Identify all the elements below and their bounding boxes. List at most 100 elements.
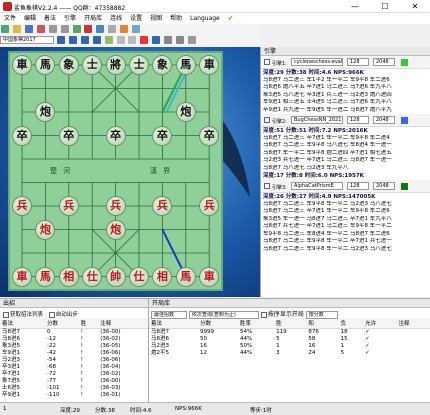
prev-move-icon[interactable]	[68, 36, 77, 44]
openbook-col[interactable]: 允许	[363, 318, 397, 329]
output-row[interactable]: 车9进1 -42! (36-06)	[0, 350, 148, 357]
openbook-col[interactable]: 注释	[396, 318, 430, 329]
piece-red[interactable]: 帥	[105, 266, 126, 287]
engine-color-swatch[interactable]	[401, 117, 408, 125]
tool-icon[interactable]	[116, 36, 125, 44]
menu-engine[interactable]: 引擎	[60, 13, 80, 24]
piece-black[interactable]: 卒	[199, 125, 220, 146]
hand-icon[interactable]	[164, 36, 173, 44]
board-icon[interactable]	[108, 25, 117, 33]
stop-icon[interactable]	[84, 25, 93, 33]
piece-black[interactable]: 卒	[12, 125, 32, 146]
piece-red[interactable]: 兵	[58, 196, 79, 216]
engine-color-swatch[interactable]	[401, 183, 408, 191]
menu-moves[interactable]: 着法	[40, 13, 60, 24]
piece-black[interactable]: 象	[58, 55, 79, 75]
save-icon[interactable]	[24, 25, 33, 33]
piece-red[interactable]: 仕	[82, 266, 103, 287]
openbook-row[interactable]: 炮2平5 12 44% 3 24 5 ✓	[149, 350, 430, 357]
menu-edit[interactable]: 编辑	[20, 13, 40, 24]
maximize-button[interactable]: ☐	[370, 0, 400, 13]
output-row[interactable]: 马8进6 -12! (36-02)	[0, 336, 148, 343]
piece-red[interactable]: 車	[199, 266, 220, 287]
openbook-col[interactable]: 和	[306, 318, 339, 329]
play-icon[interactable]	[104, 36, 113, 44]
col-win[interactable]: 胜	[78, 318, 99, 329]
piece-black[interactable]: 卒	[105, 125, 126, 146]
red-flag-icon[interactable]	[140, 36, 149, 44]
piece-red[interactable]: 馬	[35, 266, 56, 287]
piece-black[interactable]: 將	[105, 55, 126, 75]
engine-pv-line[interactable]: 马8进7 马二进三 车9平8 车一平二 马2进3 马八进七	[261, 201, 430, 208]
output-row[interactable]: 卒7进1 -72! (36-02)	[0, 371, 148, 378]
sort-by-select[interactable]: 按分数	[305, 310, 338, 319]
engine-pv-line[interactable]: 马8进7 兵七进一 卒7进1 马二进三 车9平8 车一平二	[261, 223, 430, 230]
engine-pv-line[interactable]: 马8进7 马二进三 卒7进1 车一平二 车9平8 车二进6	[261, 208, 430, 215]
output-row[interactable]: 象3进5 -22! (36-05)	[0, 343, 148, 350]
openbook-col[interactable]: 胜率	[238, 318, 275, 329]
openbook-col[interactable]: 分数	[197, 318, 238, 329]
menu-language[interactable]: Language	[186, 13, 224, 24]
hash-select[interactable]: 128	[347, 182, 369, 191]
link-icon[interactable]	[132, 25, 141, 33]
best-move-select[interactable]: 最佳招数	[151, 310, 187, 319]
col-score[interactable]: 分数	[45, 318, 79, 329]
engine-pv-line[interactable]: 马8进7 马二进三 车1平2 车一平二 车9平8 车二进6	[261, 77, 430, 84]
piece-red[interactable]: 馬	[175, 266, 196, 287]
engine-pv-line[interactable]: 马8进7 马二进三 车9平8 车一平二 马2进3 马八进七	[261, 246, 430, 253]
new-icon[interactable]	[1, 25, 9, 33]
openbook-row[interactable]: 马8进7 9999 54% 119 876 18 ✓	[149, 329, 430, 337]
engine-pv-line[interactable]: 马8进7 马二进三 车9平8 车一平二 卒7进1 兵七进一	[261, 238, 430, 245]
board-style-select[interactable]: 中国象棋2017	[0, 36, 54, 44]
piece-red[interactable]: 相	[58, 266, 79, 287]
piece-black[interactable]: 卒	[152, 125, 173, 146]
piece-red[interactable]: 車	[12, 266, 32, 287]
auto-move-checkbox[interactable]	[48, 311, 55, 318]
threads-select[interactable]: 2048	[373, 182, 395, 191]
minimize-button[interactable]: —	[340, 0, 370, 13]
piece-red[interactable]: 炮	[105, 219, 126, 240]
analyze-icon[interactable]	[72, 25, 81, 33]
engine-enable-checkbox[interactable]	[264, 59, 270, 65]
piece-red[interactable]: 炮	[35, 219, 56, 240]
next-move-icon[interactable]	[80, 36, 89, 44]
hash-select[interactable]: 128	[347, 116, 369, 125]
engine-pv-line[interactable]: 车9平8 马二进三 车8进4 车一平二 马8进7 车二进6	[261, 231, 430, 238]
xiangqi-board[interactable]: 車馬象士將士象馬車炮炮卒卒卒卒卒兵兵兵兵兵炮炮車馬相仕帥仕相馬車 楚 河 漢 界	[8, 51, 223, 291]
menu-file[interactable]: 文件	[0, 13, 20, 24]
piece-black[interactable]: 車	[12, 55, 32, 75]
threads-select[interactable]: 2048	[373, 58, 395, 66]
engine-pv-line[interactable]: 马8进7 马二进三 车9平8 马八进七 车8进4 车一进一	[261, 142, 430, 149]
info-icon[interactable]	[152, 36, 161, 44]
engine-pv-line[interactable]: 车9进1 相三进五 士4进5 马二进三 马7进6 车九平八	[261, 99, 430, 106]
copy-icon[interactable]	[48, 25, 57, 33]
piece-red[interactable]: 仕	[129, 266, 149, 287]
output-row[interactable]: 马2进3 -54! (36-06)	[0, 357, 148, 364]
paste-icon[interactable]	[60, 25, 69, 33]
engine-pv-line[interactable]: 象3进5 马八进七 卒3进1 兵三进一 马2进3 炮八进四	[261, 92, 430, 99]
menu-view[interactable]: 视图	[146, 13, 166, 24]
engine-enable-checkbox[interactable]	[264, 183, 270, 190]
engine-pv-line[interactable]: 马2进3 兵七进一 卒7进1 马二进三 马8进7 车一进一	[261, 157, 430, 164]
last-move-icon[interactable]	[92, 36, 101, 44]
output-row[interactable]: 士6进5 -101! (36-03)	[0, 385, 148, 392]
engine-pv-line[interactable]: 卒9进1 兵九进一 车9进5 车一进二 马8进7 炮八平九	[261, 107, 430, 114]
output-row[interactable]: 象7进5 -77! (36-00)	[0, 378, 148, 385]
threads-select[interactable]: 2048	[373, 116, 395, 125]
settings-icon[interactable]	[96, 25, 105, 33]
first-move-icon[interactable]	[56, 36, 65, 44]
menu-link[interactable]: 连线	[106, 13, 126, 24]
engine-select[interactable]: AlphaCatPrismE	[291, 182, 343, 191]
piece-red[interactable]: 兵	[12, 196, 32, 216]
col-move[interactable]: 着法	[0, 318, 46, 329]
menu-help[interactable]: 帮助	[166, 13, 186, 24]
query-mode-select[interactable]: 依次查询(查到为止)	[188, 310, 259, 319]
openbook-col[interactable]: 着法	[149, 318, 198, 329]
close-button[interactable]: ✕	[400, 0, 430, 13]
piece-red[interactable]: 兵	[105, 196, 126, 216]
get-moves-checkbox[interactable]	[3, 311, 9, 318]
book-icon[interactable]	[120, 25, 129, 33]
output-row[interactable]: 马8进7 0! (36-00)	[0, 329, 148, 337]
open-icon[interactable]	[12, 25, 21, 33]
openbook-col[interactable]: 负	[338, 318, 364, 329]
